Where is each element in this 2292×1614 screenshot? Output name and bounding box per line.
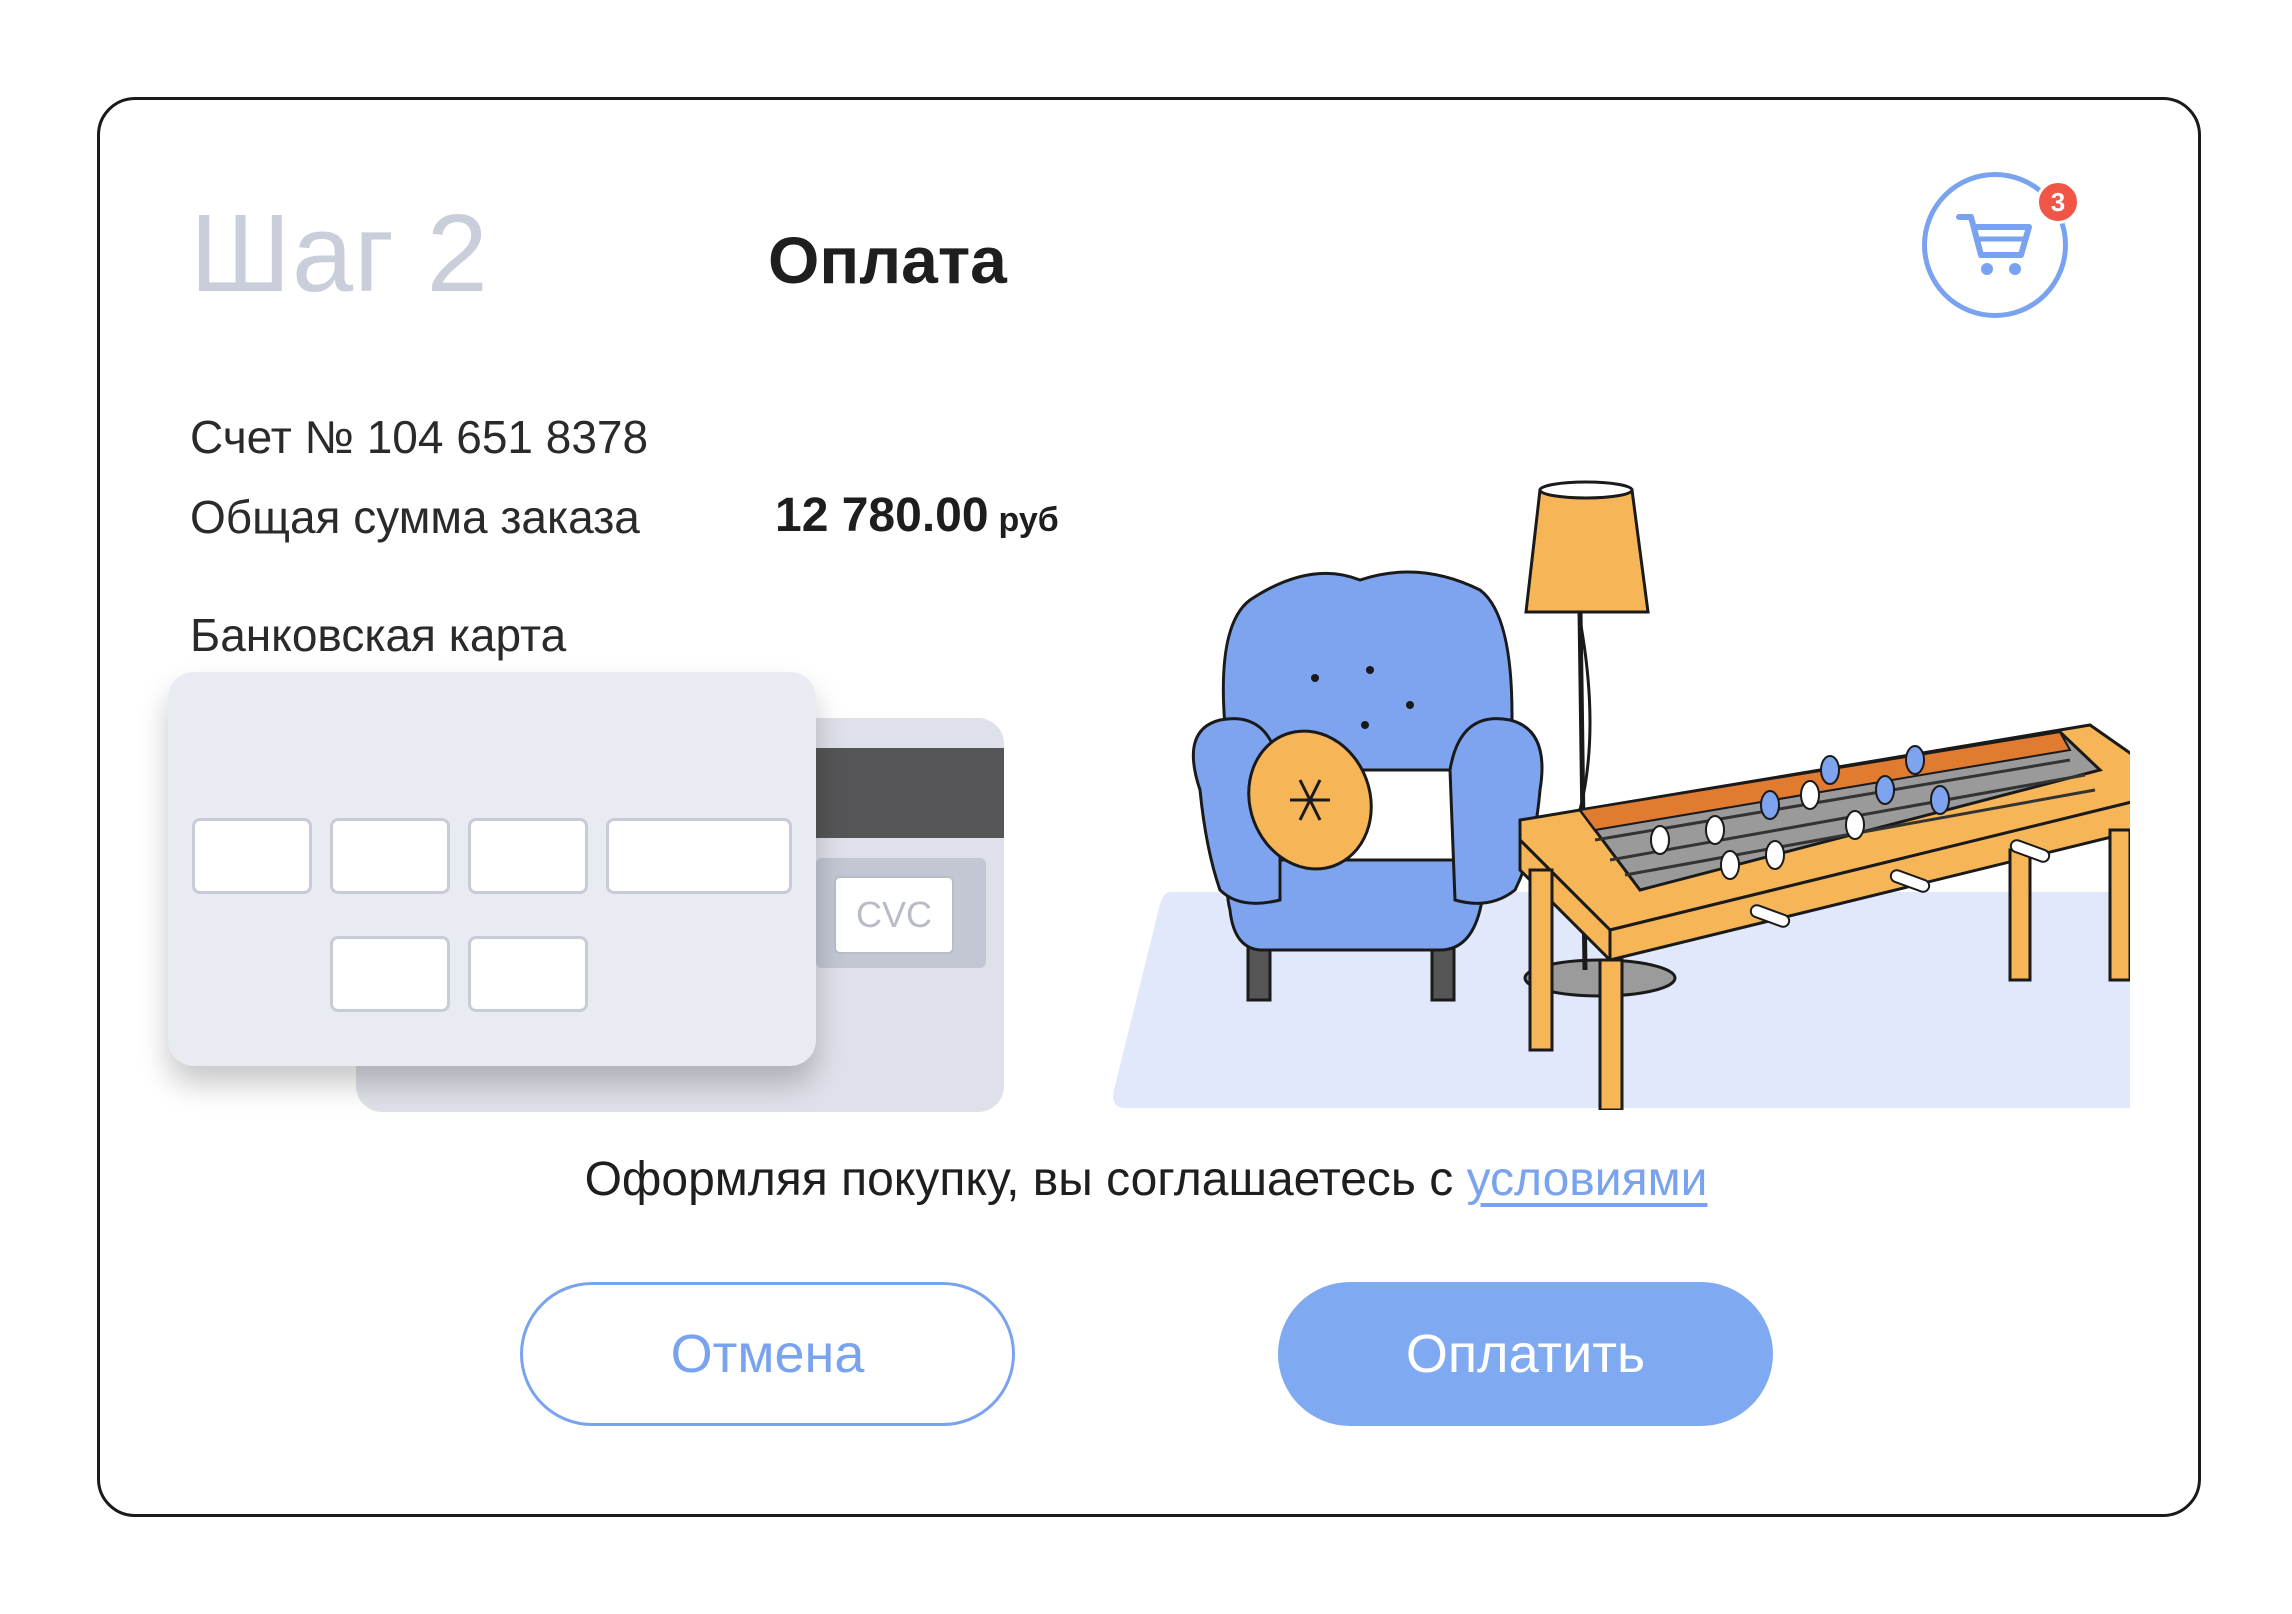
terms-text: Оформляя покупку, вы соглашаетесь с bbox=[584, 1153, 1467, 1206]
card-number-field-1[interactable] bbox=[192, 818, 312, 894]
cart-count-badge: 3 bbox=[2036, 180, 2080, 224]
total-amount: 12 780.00 руб bbox=[775, 488, 1059, 543]
cvc-area: CVC bbox=[816, 858, 986, 968]
card-number-field-3[interactable] bbox=[468, 818, 588, 894]
total-label: Общая сумма заказа bbox=[190, 491, 640, 543]
page-title: Оплата bbox=[768, 223, 1007, 297]
card-number-field-4[interactable] bbox=[606, 818, 792, 894]
payment-method-label: Банковская карта bbox=[190, 609, 567, 661]
invoice-number: Счет № 104 651 8378 bbox=[190, 411, 649, 463]
cvc-input[interactable]: CVC bbox=[834, 876, 954, 954]
expiry-month-field[interactable] bbox=[330, 936, 450, 1012]
furniture-illustration bbox=[1113, 480, 2130, 1110]
step-indicator: Шаг 2 bbox=[190, 192, 489, 315]
total-currency: руб bbox=[998, 501, 1059, 539]
expiry-year-field[interactable] bbox=[468, 936, 588, 1012]
pay-button[interactable]: Оплатить bbox=[1278, 1282, 1773, 1426]
card-number-field-2[interactable] bbox=[330, 818, 450, 894]
terms-link[interactable]: условиями bbox=[1467, 1153, 1708, 1206]
terms-agreement: Оформляя покупку, вы соглашаетесь с усло… bbox=[0, 1152, 2292, 1207]
total-value: 12 780.00 bbox=[775, 489, 989, 542]
cart-icon bbox=[1956, 214, 2032, 275]
cancel-button[interactable]: Отмена bbox=[520, 1282, 1015, 1426]
card-front bbox=[168, 672, 816, 1066]
